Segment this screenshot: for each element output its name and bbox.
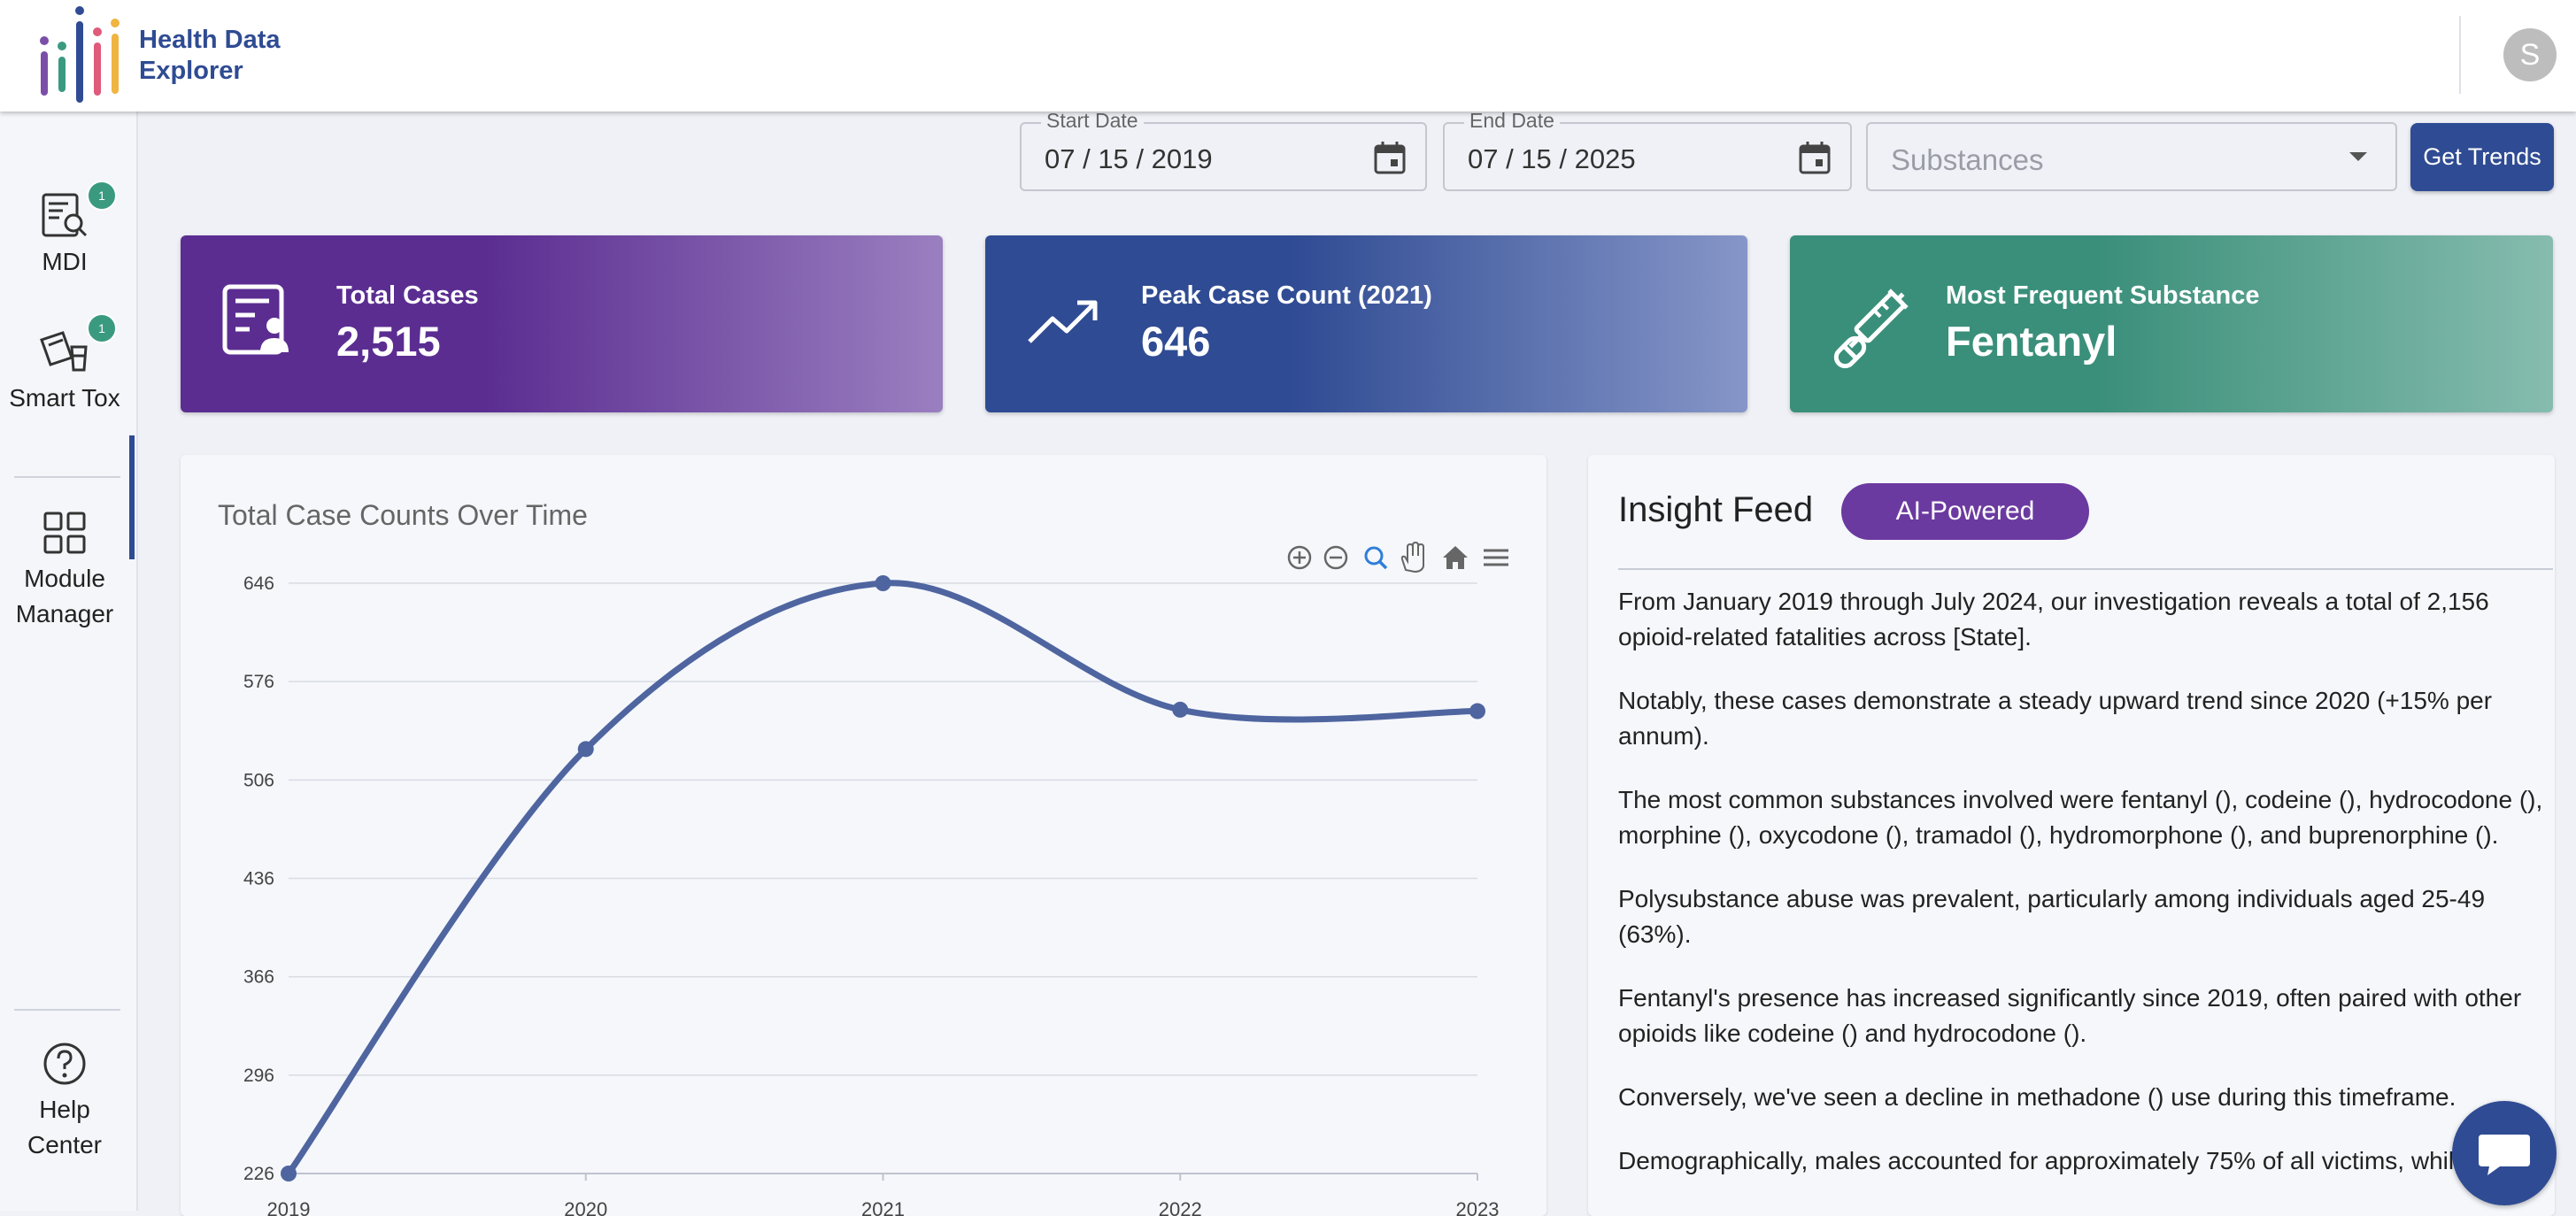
start-date-field[interactable]: Start Date 07 / 15 / 2019 [1020, 109, 1427, 191]
y-tick-label: 296 [243, 1066, 274, 1086]
app-name-line1: Health Data [139, 26, 281, 54]
insight-paragraph: From January 2019 through July 2024, our… [1618, 588, 2489, 650]
mdi-badge: 1 [87, 181, 117, 211]
chevron-down-icon [2349, 152, 2367, 161]
help-circle-icon [43, 1043, 86, 1085]
sidebar-item-label: Help Center [27, 1096, 103, 1158]
substances-placeholder: Substances [1891, 143, 2044, 176]
app-name-line2: Explorer [139, 57, 243, 85]
syringe-pill-icon [1833, 289, 1909, 369]
y-tick-label: 366 [243, 967, 274, 988]
active-indicator [129, 435, 135, 559]
insight-body: From January 2019 through July 2024, our… [1618, 584, 2553, 1207]
sidebar-separator [14, 1009, 120, 1011]
ai-powered-badge: AI-Powered [1841, 483, 2089, 540]
line-chart: 646 576 506 436 366 296 226 2019 2020 2021 2022 202… [243, 573, 1500, 1216]
trending-up-icon [1028, 300, 1098, 343]
peak-case-value: 646 [1141, 318, 1211, 365]
y-tick-label: 226 [243, 1164, 274, 1184]
frequent-substance-card: Most Frequent Substance Fentanyl [1790, 235, 2553, 412]
end-date-value[interactable]: 07 / 15 / 2025 [1468, 143, 1636, 175]
lab-report-icon [40, 331, 88, 372]
calendar-icon[interactable] [1372, 140, 1408, 175]
y-tick-label: 646 [243, 573, 274, 594]
x-tick-label: 2021 [861, 1198, 905, 1216]
insight-paragraph: Fentanyl's presence has increased signif… [1618, 984, 2522, 1047]
insight-paragraph: The most common substances involved were… [1618, 786, 2543, 849]
data-point [1469, 703, 1485, 720]
end-date-label: End Date [1464, 109, 1560, 133]
substances-select[interactable]: Substances [1866, 122, 2397, 191]
total-cases-value: 2,515 [336, 318, 441, 365]
insight-paragraph: Demographically, males accounted for app… [1618, 1147, 2482, 1174]
frequent-substance-value: Fentanyl [1946, 318, 2117, 365]
y-tick-label: 436 [243, 869, 274, 889]
insight-paragraph: Polysubstance abuse was prevalent, parti… [1618, 885, 2486, 948]
x-tick-label: 2023 [1456, 1198, 1500, 1216]
sidebar-item-help-center[interactable]: Help Center [0, 1039, 129, 1163]
x-tick-label: 2020 [564, 1198, 607, 1216]
sidebar-item-label: MDI [42, 248, 88, 275]
data-point [281, 1166, 297, 1181]
topbar-divider [2459, 16, 2461, 94]
sidebar: MDI 1 Smart Tox 1 Module Manager Help Ce… [0, 112, 138, 1211]
data-point [1172, 701, 1189, 718]
end-date-field[interactable]: End Date 07 / 15 / 2025 [1443, 109, 1852, 191]
sidebar-item-label: Smart Tox [9, 384, 120, 412]
start-date-label: Start Date [1041, 109, 1144, 133]
chat-button[interactable] [2452, 1101, 2557, 1205]
sidebar-item-module-manager[interactable]: Module Manager [0, 508, 129, 632]
insight-panel: Insight Feed AI-Powered From January 201… [1588, 455, 2555, 1216]
top-bar: Health Data Explorer S [0, 0, 2576, 112]
data-point [875, 575, 891, 591]
y-tick-label: 576 [243, 672, 274, 692]
y-tick-label: 506 [243, 770, 274, 790]
x-tick-label: 2022 [1159, 1198, 1202, 1216]
app-logo[interactable] [35, 5, 129, 104]
peak-case-card: Peak Case Count (2021) 646 [985, 235, 1747, 412]
x-tick-label: 2019 [267, 1198, 311, 1216]
total-cases-title: Total Cases [336, 281, 479, 310]
data-point [577, 741, 594, 758]
app-name: Health Data Explorer [139, 25, 281, 87]
frequent-substance-title: Most Frequent Substance [1946, 281, 2260, 310]
chat-bubble-icon [2479, 1135, 2530, 1175]
smart-tox-badge: 1 [87, 313, 117, 343]
calendar-icon[interactable] [1797, 140, 1832, 175]
user-avatar[interactable]: S [2503, 28, 2557, 81]
sidebar-item-label: Module Manager [15, 565, 114, 627]
get-trends-button[interactable]: Get Trends [2410, 123, 2554, 191]
chart-panel: Total Case Counts Over Time 646 576 506 … [181, 455, 1546, 1216]
insight-paragraph: Conversely, we've seen a decline in meth… [1618, 1083, 2456, 1111]
insight-title: Insight Feed [1618, 490, 1814, 529]
search-document-icon [42, 193, 88, 237]
grid-icon [43, 512, 86, 554]
sidebar-separator [14, 476, 120, 478]
patient-record-icon [222, 284, 289, 355]
insight-divider [1618, 568, 2553, 570]
peak-case-title: Peak Case Count (2021) [1141, 281, 1432, 310]
total-cases-card: Total Cases 2,515 [181, 235, 943, 412]
start-date-value[interactable]: 07 / 15 / 2019 [1045, 143, 1213, 175]
insight-paragraph: Notably, these cases demonstrate a stead… [1618, 687, 2493, 750]
